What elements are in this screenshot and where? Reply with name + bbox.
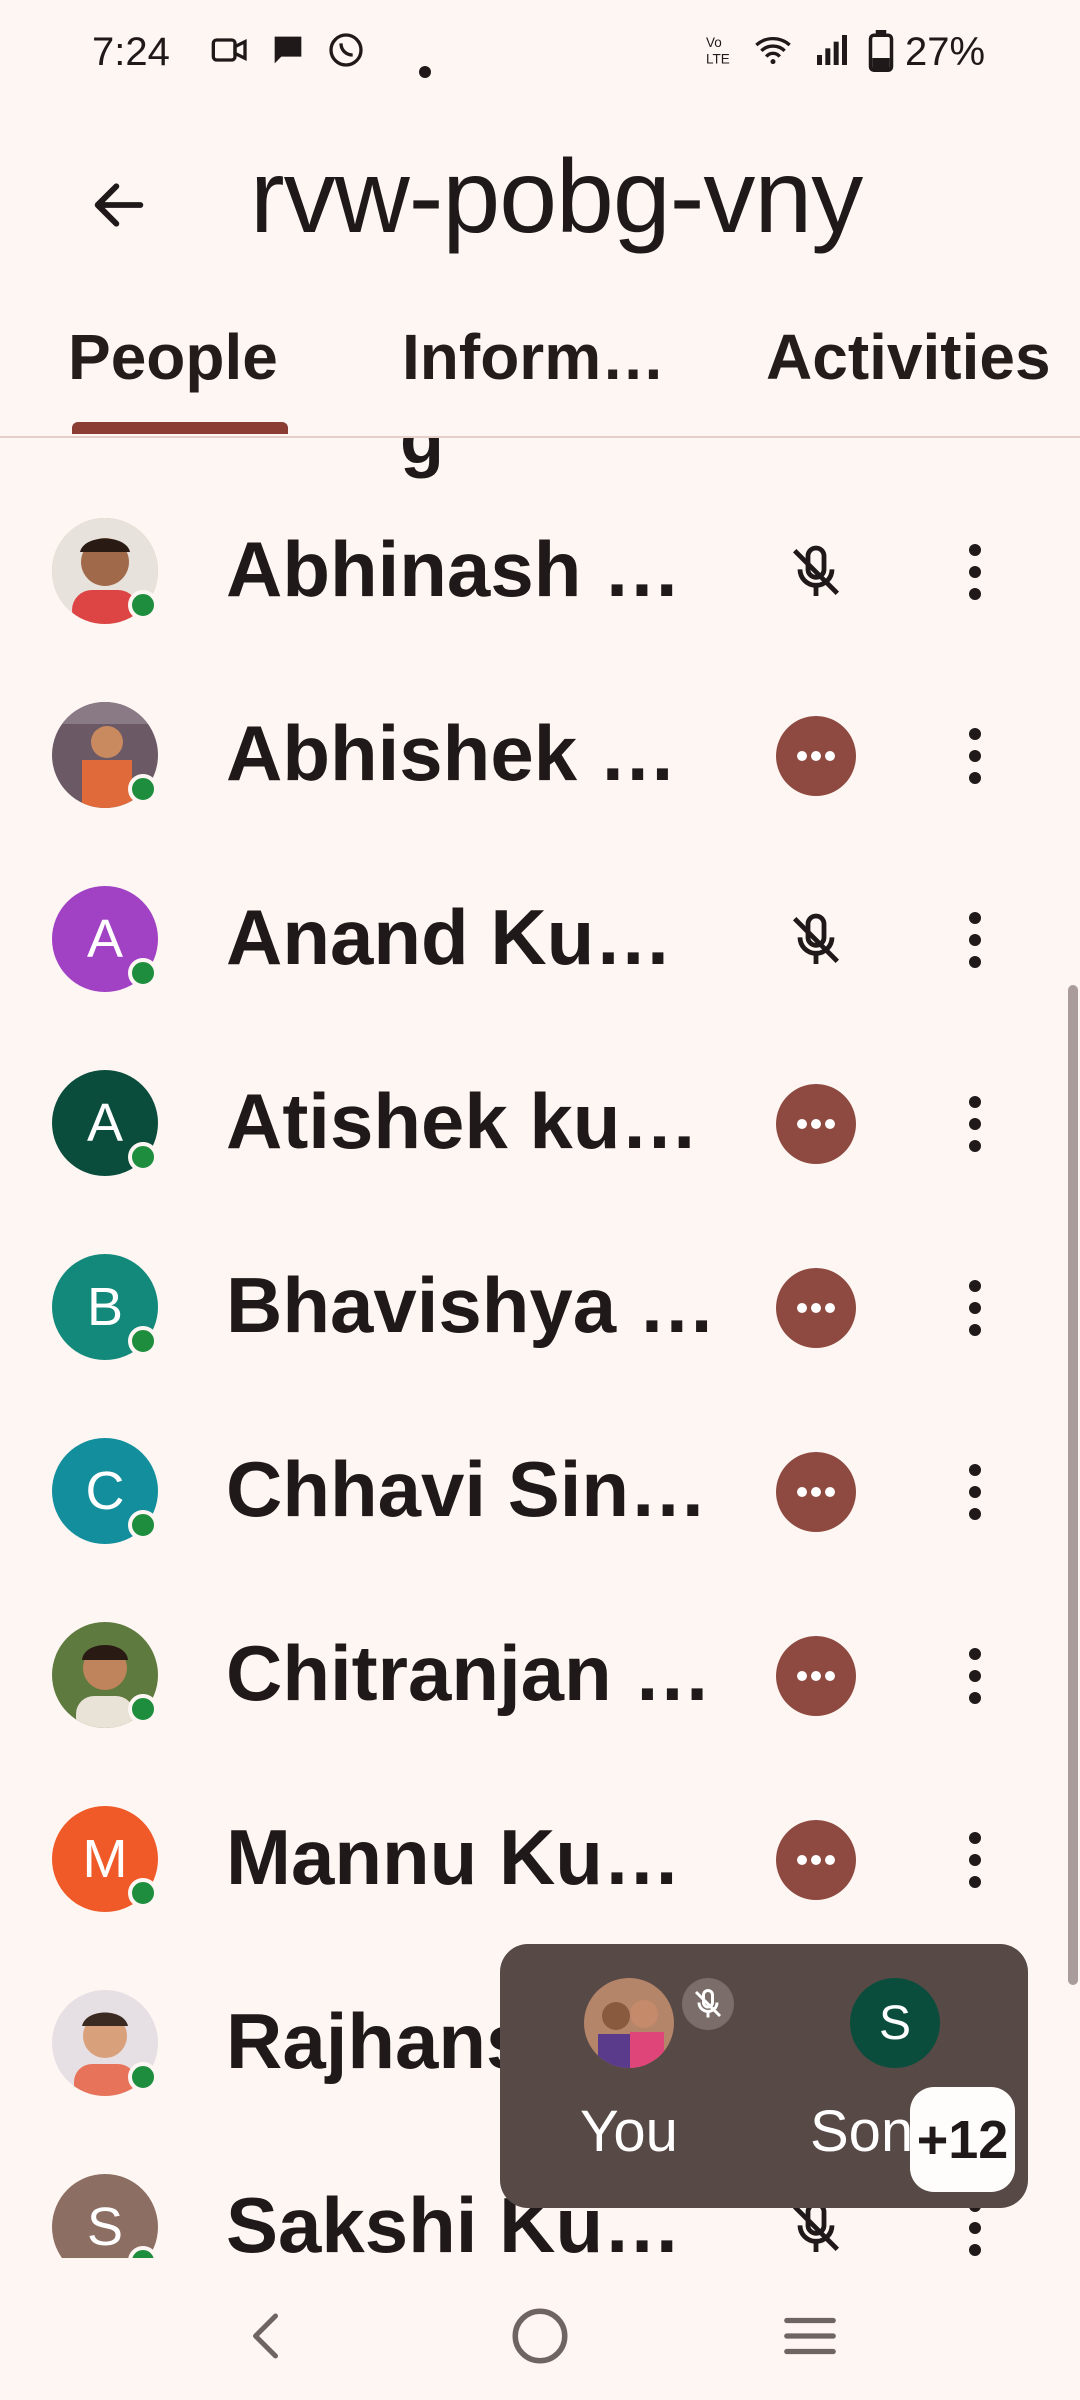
participant-row[interactable]: M Mannu Ku… (0, 1766, 1080, 1950)
cut-off-row-text: g (400, 438, 444, 479)
status-time: 7:24 (92, 30, 170, 74)
more-options-button[interactable] (950, 1626, 1000, 1726)
speaking-indicator-icon (776, 1268, 856, 1348)
participant-name: Atishek ku… (226, 1077, 699, 1165)
volte-icon: Vo LTE (706, 30, 742, 80)
mic-off-icon (682, 1978, 734, 2030)
participant-name: Anand Ku… (226, 893, 673, 981)
self-label: You (580, 2099, 678, 2164)
svg-text:LTE: LTE (706, 52, 730, 67)
app-header: rvw-pobg-vny (0, 110, 1080, 300)
speaking-indicator-icon (776, 1452, 856, 1532)
participant-row[interactable]: A Anand Ku… (0, 846, 1080, 1030)
more-options-button[interactable] (950, 890, 1000, 990)
participant-name: Rajhans (226, 1997, 530, 2085)
home-nav-icon[interactable] (490, 2286, 590, 2386)
back-nav-icon[interactable] (218, 2286, 318, 2386)
system-nav-bar (0, 2260, 1080, 2400)
back-button[interactable] (74, 160, 164, 250)
video-call-icon (210, 30, 250, 80)
more-options-button[interactable] (950, 1442, 1000, 1542)
more-options-button[interactable] (950, 1258, 1000, 1358)
whatsapp-icon (326, 30, 366, 80)
more-options-button[interactable] (950, 1810, 1000, 1910)
online-indicator (128, 958, 158, 988)
participant-name: Mannu Ku… (226, 1813, 681, 1901)
online-indicator (128, 1326, 158, 1356)
online-indicator (128, 1878, 158, 1908)
online-indicator (128, 1142, 158, 1172)
self-avatar (584, 1978, 674, 2068)
participant-row[interactable]: Chitranjan … (0, 1582, 1080, 1766)
arrow-back-icon (94, 183, 144, 227)
speaking-indicator-icon (776, 1820, 856, 1900)
mic-off-icon (776, 900, 856, 980)
dot-icon (418, 44, 432, 89)
scrollbar[interactable] (1068, 985, 1078, 1985)
online-indicator (128, 1510, 158, 1540)
battery-icon (868, 30, 894, 82)
chat-bubble-icon (268, 30, 308, 80)
mic-off-icon (776, 532, 856, 612)
participant-name: Abhinash … (226, 525, 682, 613)
speaking-indicator-icon (776, 1636, 856, 1716)
participant-name: Bhavishya … (226, 1261, 716, 1349)
participant-row[interactable]: A Atishek ku… (0, 1030, 1080, 1214)
participant-row[interactable]: Abhinash … (0, 478, 1080, 662)
signal-icon (812, 30, 852, 80)
meeting-title: rvw-pobg-vny (250, 139, 863, 255)
online-indicator (128, 590, 158, 620)
participant-name: Chitranjan … (226, 1629, 712, 1717)
active-tab-indicator (72, 422, 288, 434)
more-options-button[interactable] (950, 706, 1000, 806)
more-participants-badge[interactable]: +12 (910, 2087, 1015, 2192)
participant-name: Abhishek … (226, 709, 677, 797)
status-bar: 7:24 Vo LTE 27% (0, 0, 1080, 110)
participant-row[interactable]: C Chhavi Sin… (0, 1398, 1080, 1582)
participant-avatar: S (850, 1978, 940, 2068)
picture-in-picture-window[interactable]: You S Sonali +12 (500, 1944, 1028, 2208)
svg-text:Vo: Vo (706, 35, 722, 50)
online-indicator (128, 1694, 158, 1724)
participant-row[interactable]: Abhishek … (0, 662, 1080, 846)
tab-information[interactable]: Inform… (402, 320, 665, 394)
online-indicator (128, 2062, 158, 2092)
more-options-button[interactable] (950, 522, 1000, 622)
wifi-icon (752, 30, 794, 80)
recents-nav-icon[interactable] (760, 2286, 860, 2386)
speaking-indicator-icon (776, 716, 856, 796)
speaking-indicator-icon (776, 1084, 856, 1164)
tab-people[interactable]: People (68, 320, 278, 394)
participant-name: Chhavi Sin… (226, 1445, 708, 1533)
tab-activities[interactable]: Activities (766, 320, 1051, 394)
tab-bar: People Inform… Activities (0, 300, 1080, 438)
online-indicator (128, 774, 158, 804)
participant-row[interactable]: B Bhavishya … (0, 1214, 1080, 1398)
battery-percent: 27% (905, 30, 986, 74)
more-options-button[interactable] (950, 1074, 1000, 1174)
